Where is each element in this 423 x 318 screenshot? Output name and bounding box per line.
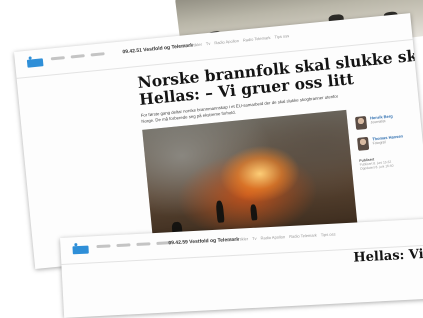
nrk-logo-icon[interactable] bbox=[26, 58, 44, 68]
nav-links bbox=[96, 241, 171, 249]
menu-item[interactable]: Radio Telemark bbox=[289, 233, 317, 239]
menu-item[interactable]: Tv bbox=[206, 41, 211, 46]
nav-link[interactable] bbox=[70, 54, 85, 59]
author-entry[interactable]: Thomas Hansen Fotograf bbox=[357, 132, 418, 151]
menu-item[interactable]: Alle artikler bbox=[228, 236, 248, 242]
menu-item[interactable]: Tips oss bbox=[274, 33, 289, 39]
nav-link[interactable] bbox=[50, 56, 65, 61]
byline: Henrik Berg Journalist Thomas Hansen Fot… bbox=[354, 111, 420, 171]
nav-link[interactable] bbox=[90, 52, 105, 57]
menu-item[interactable]: Radio Telemark bbox=[243, 35, 271, 43]
nav-link[interactable] bbox=[136, 242, 151, 247]
author-role: Journalist bbox=[370, 119, 386, 125]
menu-item[interactable]: Tips oss bbox=[321, 232, 336, 238]
avatar bbox=[354, 115, 368, 130]
nav-link[interactable] bbox=[116, 243, 131, 248]
avatar bbox=[357, 136, 370, 151]
section-menu: Alle artikler Tv Radio Apollon Radio Tel… bbox=[228, 232, 336, 243]
nav-link[interactable] bbox=[96, 244, 111, 249]
nrk-logo-icon[interactable] bbox=[72, 245, 89, 255]
firefighter-silhouette bbox=[215, 200, 225, 223]
author-entry[interactable]: Henrik Berg Journalist bbox=[354, 111, 416, 130]
firefighter-silhouette bbox=[250, 204, 258, 221]
menu-item[interactable]: Tv bbox=[252, 236, 257, 241]
menu-item[interactable]: Alle artikler bbox=[182, 42, 202, 49]
menu-item[interactable]: Radio Apollon bbox=[214, 38, 239, 45]
section-menu: Alle artikler Tv Radio Apollon Radio Tel… bbox=[182, 33, 289, 48]
menu-item[interactable]: Radio Apollon bbox=[260, 234, 285, 240]
nav-links bbox=[50, 52, 105, 61]
